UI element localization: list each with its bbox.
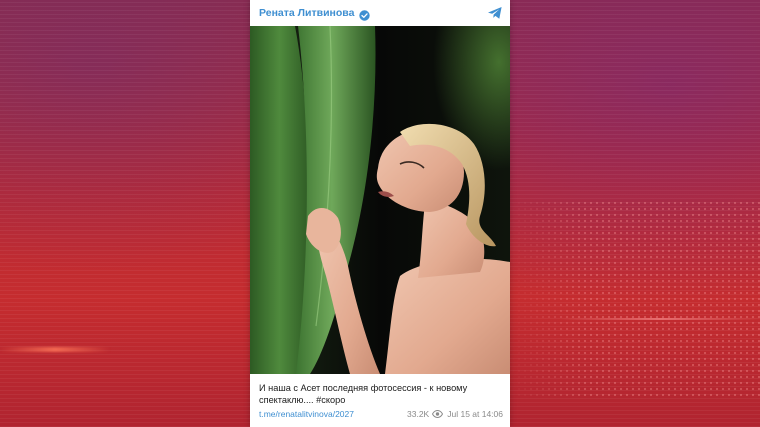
post-footer: t.me/renatalitvinova/2027 33.2K Jul 15 a…: [259, 409, 506, 421]
background-dot-pattern: [510, 200, 760, 400]
post-header: Рената Литвинова: [250, 0, 510, 26]
background-glow-streak-right: [560, 318, 760, 320]
verified-check-icon: [359, 8, 371, 21]
view-count: 33.2K: [407, 409, 430, 419]
post-link[interactable]: t.me/renatalitvinova/2027: [259, 409, 354, 419]
post-datetime: Jul 15 at 14:06: [447, 409, 503, 419]
telegram-post-card: Рената Литвинова И наша с Асет последняя…: [250, 0, 510, 427]
video-frame-background: Рената Литвинова И наша с Асет последняя…: [0, 0, 760, 427]
post-meta: 33.2K Jul 15 at 14:06: [407, 409, 503, 419]
telegram-share-icon[interactable]: [487, 5, 503, 21]
eye-icon: [432, 409, 444, 419]
channel-name[interactable]: Рената Литвинова: [259, 7, 354, 19]
post-caption: И наша с Асет последняя фотосессия - к н…: [259, 383, 468, 405]
post-photo[interactable]: [250, 26, 510, 374]
background-glow-streak: [0, 347, 110, 352]
